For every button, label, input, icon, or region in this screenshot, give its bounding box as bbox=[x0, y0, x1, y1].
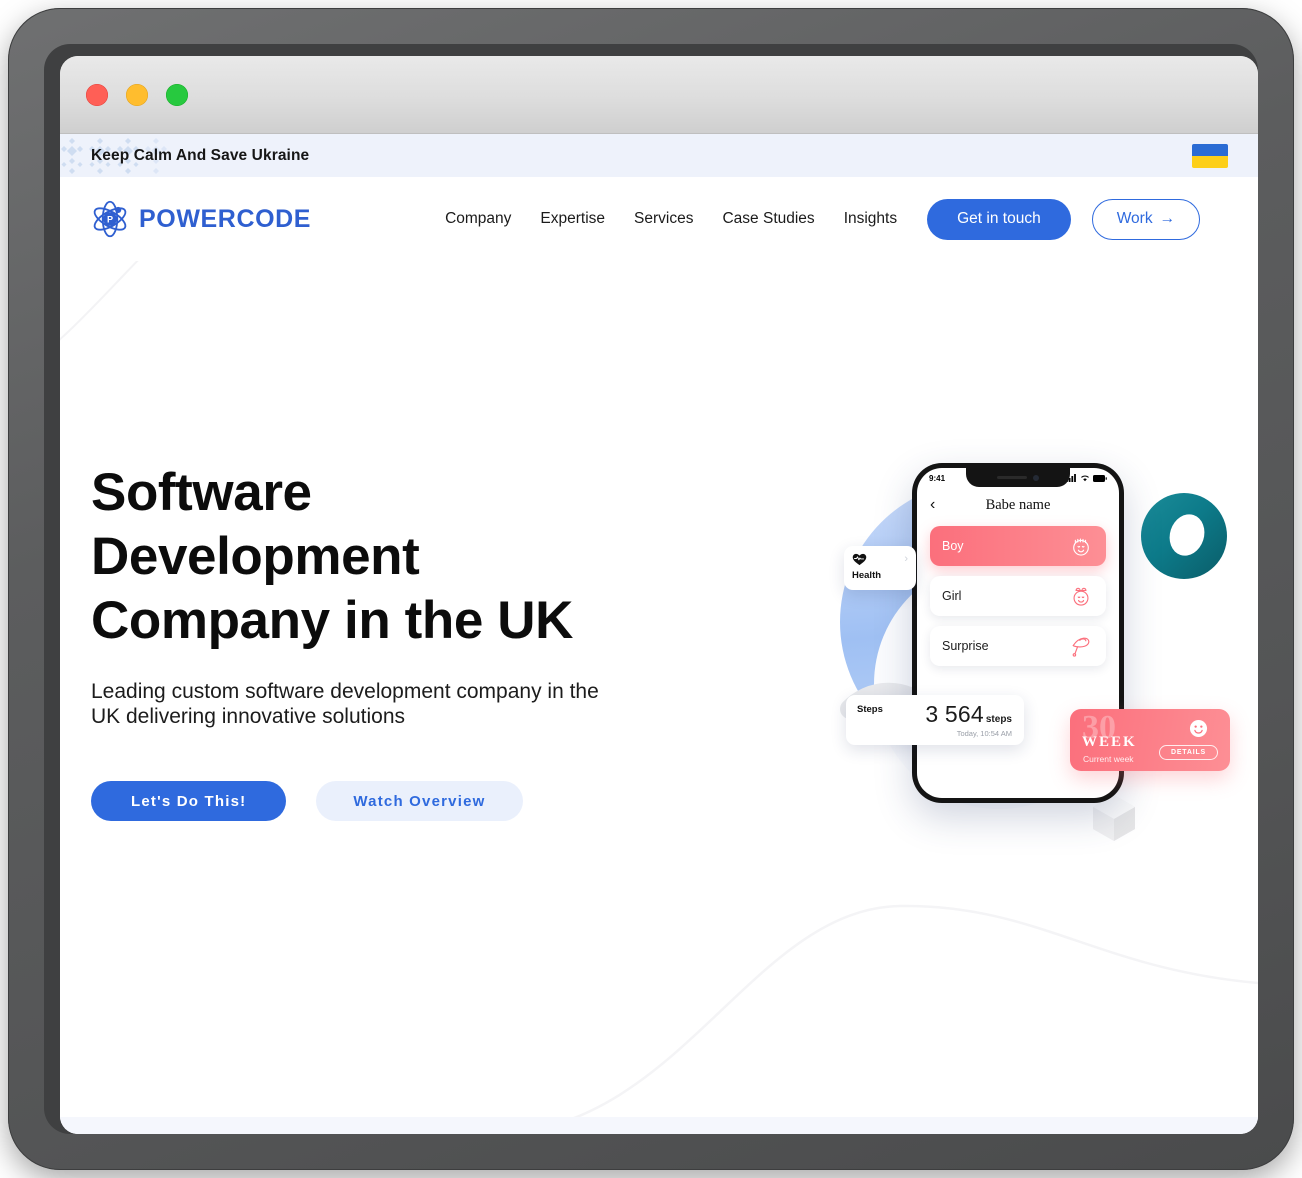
health-card[interactable]: › Health bbox=[844, 546, 916, 590]
ukraine-flag-icon bbox=[1192, 143, 1228, 168]
battery-icon bbox=[1093, 474, 1107, 482]
option-girl[interactable]: Girl bbox=[930, 576, 1106, 616]
option-boy-label: Boy bbox=[942, 539, 964, 553]
option-surprise[interactable]: Surprise bbox=[930, 626, 1106, 666]
close-window-button[interactable] bbox=[86, 83, 108, 106]
hero-copy: Software Development Company in the UK L… bbox=[91, 461, 731, 822]
logo-text: POWERCODE bbox=[139, 204, 312, 233]
steps-card-value: 3 564 bbox=[925, 701, 984, 727]
steps-card-unit: steps bbox=[985, 714, 1012, 725]
nav-item-company[interactable]: Company bbox=[445, 210, 511, 228]
browser-window: Keep Calm And Save Ukraine P POWERCODE C… bbox=[60, 56, 1258, 1134]
nav-item-case-studies[interactable]: Case Studies bbox=[722, 210, 814, 228]
option-boy[interactable]: Boy bbox=[930, 526, 1106, 566]
hero-buttons: Let's Do This! Watch Overview bbox=[91, 781, 731, 822]
ukraine-banner-text: Keep Calm And Save Ukraine bbox=[91, 146, 310, 164]
work-button[interactable]: Work → bbox=[1091, 198, 1201, 240]
chevron-right-icon: › bbox=[904, 552, 908, 565]
week-card-word: WEEK bbox=[1082, 734, 1137, 750]
sun-hat-icon bbox=[1072, 637, 1090, 657]
status-time: 9:41 bbox=[929, 473, 946, 483]
get-in-touch-button[interactable]: Get in touch bbox=[927, 198, 1071, 240]
hero-subtitle: Leading custom software development comp… bbox=[91, 680, 599, 728]
powercode-atom-logo-icon: P bbox=[93, 200, 127, 238]
phone-notch bbox=[966, 468, 1070, 487]
page-bottom-strip bbox=[60, 1117, 1258, 1134]
status-icons bbox=[1066, 474, 1107, 482]
decorative-curve-bottom-icon bbox=[500, 904, 1258, 1134]
logo[interactable]: P POWERCODE bbox=[90, 199, 311, 239]
phone-speaker-icon bbox=[997, 476, 1027, 479]
arrow-right-icon: → bbox=[1159, 210, 1176, 227]
teal-torus-shape-icon bbox=[1141, 493, 1227, 579]
heart-pulse-icon bbox=[852, 553, 867, 566]
steps-card-timestamp: Today, 10:54 AM bbox=[956, 729, 1012, 738]
baby-girl-face-icon bbox=[1073, 587, 1089, 606]
window-controls bbox=[86, 83, 188, 106]
week-card-details-button[interactable]: DETAILS bbox=[1158, 745, 1218, 760]
hero-title-line-2: Development bbox=[91, 527, 420, 587]
phone-app-header: ‹ Babe name bbox=[917, 490, 1119, 520]
back-icon[interactable]: ‹ bbox=[930, 497, 935, 513]
option-girl-label: Girl bbox=[942, 589, 962, 603]
steps-card-label: Steps bbox=[857, 704, 883, 715]
watch-overview-button[interactable]: Watch Overview bbox=[316, 781, 523, 822]
hero-illustration: 9:41 ‹ Babe name Boy Girl Surprise › Hea… bbox=[822, 451, 1252, 851]
maximize-window-button[interactable] bbox=[166, 83, 188, 106]
hero-title: Software Development Company in the UK bbox=[91, 461, 731, 653]
baby-gender-option-list: Boy Girl Surprise bbox=[930, 526, 1106, 666]
smiley-face-icon bbox=[1189, 719, 1208, 738]
phone-app-title: Babe name bbox=[985, 496, 1051, 513]
week-card[interactable]: 30 WEEK Current week DETAILS bbox=[1070, 709, 1230, 771]
device-frame: Keep Calm And Save Ukraine P POWERCODE C… bbox=[8, 8, 1294, 1170]
health-card-label: Health bbox=[852, 570, 882, 581]
nav-item-expertise[interactable]: Expertise bbox=[540, 210, 605, 228]
main-navigation: Company Expertise Services Case Studies … bbox=[445, 210, 897, 228]
work-button-label: Work bbox=[1116, 210, 1153, 227]
phone-camera-icon bbox=[1033, 474, 1039, 481]
ukraine-support-banner: Keep Calm And Save Ukraine bbox=[60, 134, 1258, 177]
site-header: P POWERCODE Company Expertise Services C… bbox=[60, 177, 1258, 261]
lets-do-this-button[interactable]: Let's Do This! bbox=[91, 781, 287, 822]
minimize-window-button[interactable] bbox=[126, 83, 148, 106]
steps-card[interactable]: Steps 3 564 steps Today, 10:54 AM bbox=[846, 695, 1024, 745]
option-surprise-label: Surprise bbox=[942, 639, 989, 653]
hero-title-line-1: Software bbox=[91, 463, 312, 522]
hero-title-line-3: Company in the UK bbox=[91, 591, 574, 651]
hero-section: Software Development Company in the UK L… bbox=[60, 221, 1258, 1134]
website-viewport: Keep Calm And Save Ukraine P POWERCODE C… bbox=[60, 134, 1258, 1134]
svg-text:P: P bbox=[107, 215, 113, 225]
nav-item-insights[interactable]: Insights bbox=[844, 210, 897, 228]
browser-titlebar bbox=[60, 56, 1258, 134]
header-actions: Get in touch Work → bbox=[927, 198, 1201, 240]
baby-boy-face-icon bbox=[1073, 538, 1089, 556]
week-card-subtitle: Current week bbox=[1083, 754, 1134, 764]
wifi-icon bbox=[1081, 475, 1089, 482]
nav-item-services[interactable]: Services bbox=[634, 210, 693, 228]
